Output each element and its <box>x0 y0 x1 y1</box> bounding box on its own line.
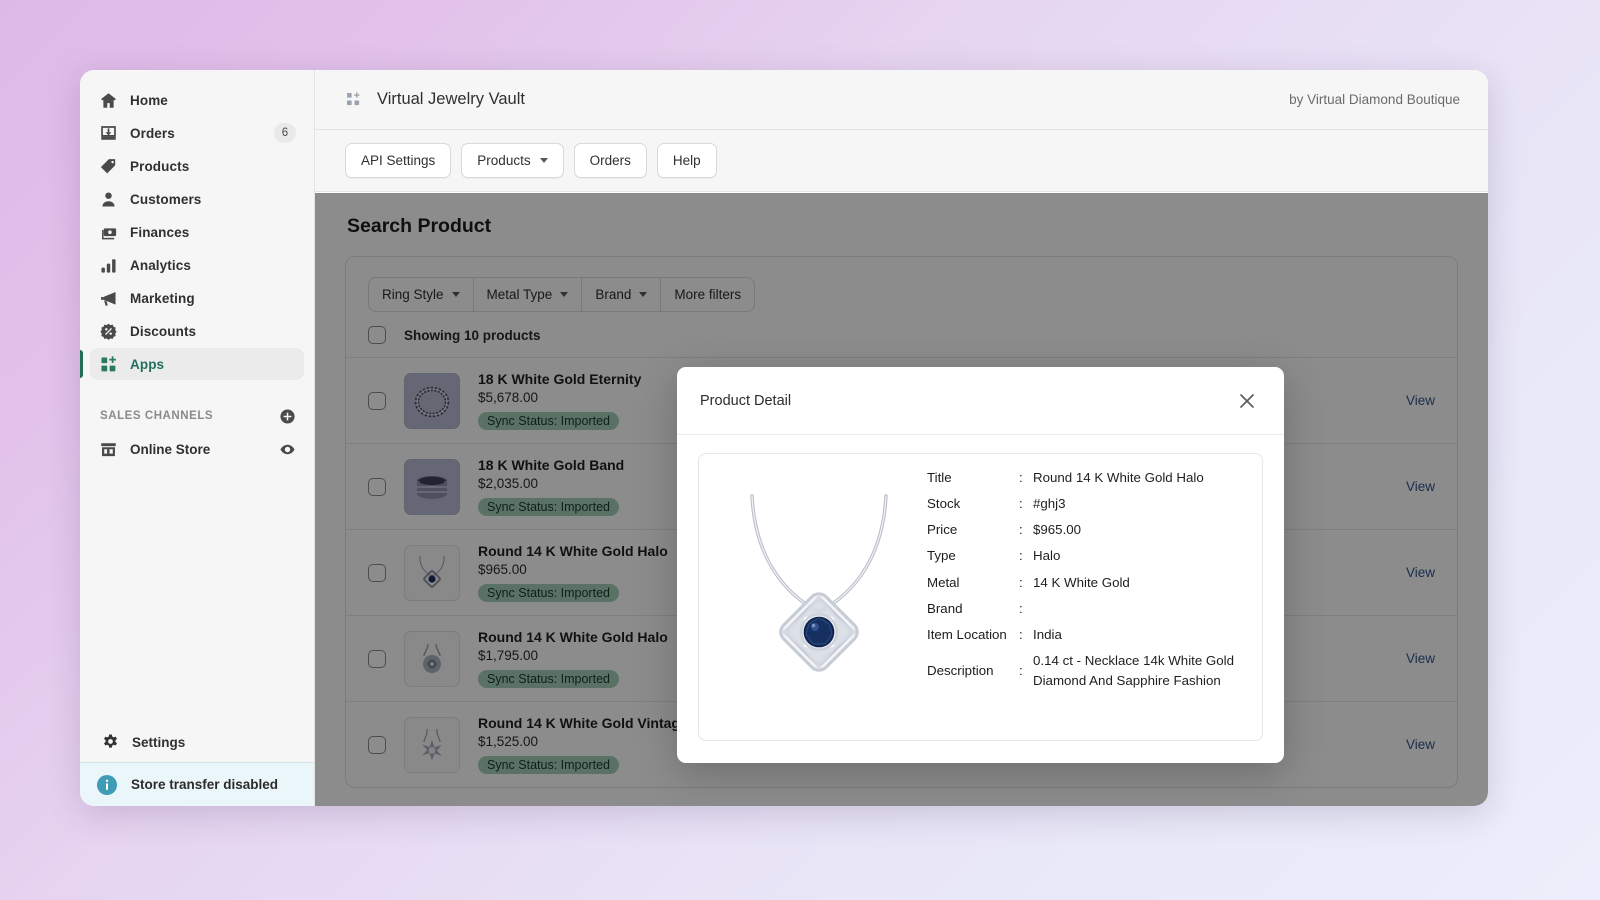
app-attribution: by Virtual Diamond Boutique <box>1289 92 1460 107</box>
spec-value: Halo <box>1033 548 1061 564</box>
gear-icon <box>100 732 120 752</box>
spec-row-metal: Metal : 14 K White Gold <box>927 569 1250 595</box>
person-icon <box>98 189 118 209</box>
app-header: Virtual Jewelry Vault by Virtual Diamond… <box>315 70 1488 130</box>
spec-key: Item Location <box>927 627 1007 643</box>
spec-row-description: Description : 0.14 ct - Necklace 14k Whi… <box>927 648 1250 694</box>
button-label: Products <box>477 153 531 168</box>
spec-row-price: Price : $965.00 <box>927 517 1250 543</box>
eye-icon[interactable] <box>279 441 296 458</box>
money-icon <box>98 222 118 242</box>
plus-circle-icon[interactable] <box>279 408 296 425</box>
spec-value: $965.00 <box>1033 522 1082 538</box>
page-title: Virtual Jewelry Vault <box>377 90 525 108</box>
sidebar: Home Orders 6 Products Customers Finance… <box>80 70 315 806</box>
modal-title: Product Detail <box>700 392 792 409</box>
sidebar-item-settings[interactable]: Settings <box>80 722 314 762</box>
sidebar-item-home[interactable]: Home <box>90 84 304 116</box>
apps-icon <box>98 354 118 374</box>
orders-badge: 6 <box>274 123 296 143</box>
button-label: API Settings <box>361 153 436 168</box>
spec-key: Brand <box>927 600 963 616</box>
product-detail-modal: Product Detail Title: Round 14 K White … <box>677 367 1284 763</box>
discount-icon <box>98 321 118 341</box>
sidebar-item-label: Marketing <box>130 290 195 306</box>
spec-key: Type <box>927 548 956 564</box>
products-dropdown-button[interactable]: Products <box>461 143 564 178</box>
sidebar-item-label: Home <box>130 92 168 108</box>
spec-row-title: Title : Round 14 K White Gold Halo <box>927 464 1250 490</box>
spec-key: Metal <box>927 574 960 590</box>
spec-key: Description <box>927 662 994 678</box>
store-transfer-notice[interactable]: Store transfer disabled <box>80 762 314 806</box>
sidebar-item-label: Customers <box>130 191 202 207</box>
megaphone-icon <box>98 288 118 308</box>
sidebar-footer: Settings Store transfer disabled <box>80 722 314 806</box>
sidebar-item-label: Products <box>130 158 190 174</box>
spec-value: 14 K White Gold <box>1033 574 1130 590</box>
spec-colon: : <box>1019 548 1023 564</box>
spec-value: #ghj3 <box>1033 495 1066 511</box>
orders-button[interactable]: Orders <box>573 143 647 178</box>
sidebar-item-customers[interactable]: Customers <box>90 183 304 215</box>
store-transfer-label: Store transfer disabled <box>131 777 279 792</box>
close-icon[interactable] <box>1232 386 1262 416</box>
sidebar-item-label: Discounts <box>130 323 197 339</box>
settings-label: Settings <box>132 734 186 750</box>
spec-colon: : <box>1019 574 1023 590</box>
sidebar-item-orders[interactable]: Orders 6 <box>90 117 304 149</box>
spec-value: Round 14 K White Gold Halo <box>1033 469 1204 485</box>
sales-channels-title: SALES CHANNELS <box>100 410 214 422</box>
sales-channels-header: SALES CHANNELS <box>80 403 314 429</box>
tag-icon <box>98 156 118 176</box>
button-label: Orders <box>589 153 631 168</box>
spec-key: Title <box>927 469 952 485</box>
app-toolbar: API Settings Products Orders Help <box>315 130 1488 192</box>
spec-row-item-location: Item Location : India <box>927 622 1250 648</box>
spec-colon: : <box>1019 627 1023 643</box>
home-icon <box>98 90 118 110</box>
help-button[interactable]: Help <box>656 143 717 178</box>
sidebar-item-finances[interactable]: Finances <box>90 216 304 248</box>
spec-value: 0.14 ct - Necklace 14k White Gold Diamon… <box>1033 653 1235 688</box>
channel-label: Online Store <box>130 441 211 457</box>
sidebar-item-discounts[interactable]: Discounts <box>90 315 304 347</box>
api-settings-button[interactable]: API Settings <box>345 143 452 178</box>
product-detail-card: Title : Round 14 K White Gold Halo Stock… <box>698 453 1263 741</box>
sidebar-nav: Home Orders 6 Products Customers Finance… <box>80 70 314 381</box>
app-window: Home Orders 6 Products Customers Finance… <box>80 70 1488 806</box>
modal-body: Title : Round 14 K White Gold Halo Stock… <box>677 435 1284 763</box>
spec-colon: : <box>1019 522 1023 538</box>
spec-colon: : <box>1019 600 1023 616</box>
sidebar-item-online-store[interactable]: Online Store <box>90 433 304 465</box>
spec-key: Stock <box>927 495 961 511</box>
sidebar-item-marketing[interactable]: Marketing <box>90 282 304 314</box>
spec-row-type: Type : Halo <box>927 543 1250 569</box>
spec-value <box>1033 595 1250 621</box>
spec-colon: : <box>1019 469 1023 485</box>
product-spec-table: Title : Round 14 K White Gold Halo Stock… <box>927 464 1250 693</box>
sidebar-item-products[interactable]: Products <box>90 150 304 182</box>
spec-row-stock: Stock : #ghj3 <box>927 490 1250 516</box>
sidebar-item-analytics[interactable]: Analytics <box>90 249 304 281</box>
sidebar-item-apps[interactable]: Apps <box>80 348 304 380</box>
sidebar-item-label: Orders <box>130 125 175 141</box>
spec-value: India <box>1033 627 1062 643</box>
sidebar-item-label: Finances <box>130 224 190 240</box>
button-label: Help <box>672 153 701 168</box>
spec-colon: : <box>1019 495 1023 511</box>
app-grid-icon <box>345 91 362 108</box>
spec-row-brand: Brand : <box>927 595 1250 621</box>
sidebar-item-label: Apps <box>130 356 165 372</box>
modal-header: Product Detail <box>677 367 1284 435</box>
info-icon <box>96 774 118 796</box>
product-image <box>711 464 927 714</box>
spec-colon: : <box>1019 662 1023 678</box>
storefront-icon <box>98 439 118 459</box>
bar-chart-icon <box>98 255 118 275</box>
sidebar-item-label: Analytics <box>130 257 191 273</box>
chevron-down-icon <box>539 158 548 163</box>
spec-key: Price <box>927 522 958 538</box>
orders-icon <box>98 123 118 143</box>
